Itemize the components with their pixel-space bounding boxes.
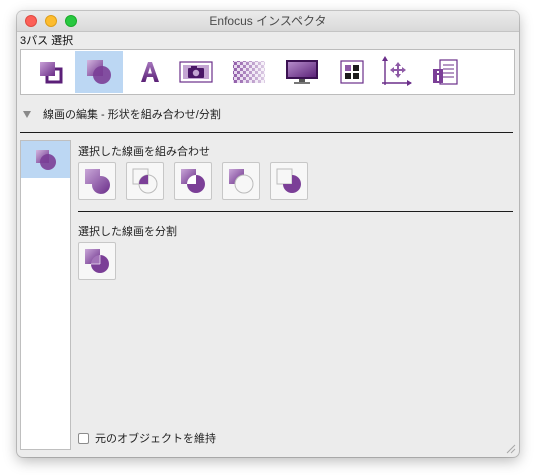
text-a-icon: [141, 62, 159, 82]
disclosure-triangle-icon[interactable]: [23, 110, 31, 118]
exclude-overlap-button[interactable]: [174, 162, 212, 200]
unite-button[interactable]: [78, 162, 116, 200]
combine-group-label: 選択した線画を組み合わせ: [78, 146, 210, 158]
keep-original-checkbox[interactable]: [78, 432, 89, 444]
image-tool-button[interactable]: [176, 51, 216, 93]
unite-icon: [85, 169, 110, 194]
display-tool-button[interactable]: [282, 51, 322, 93]
minus-back-button[interactable]: [270, 162, 308, 200]
group-divider: [78, 211, 513, 212]
pathfinder-small-icon: [35, 149, 56, 170]
section-header[interactable]: 線画の編集 - 形状を組み合わせ/分割: [23, 106, 221, 122]
grid-icon: [340, 60, 364, 84]
section-title: 線画の編集 - 形状を組み合わせ/分割: [43, 109, 221, 121]
resize-grip-icon[interactable]: [506, 444, 516, 454]
keep-original-label: 元のオブジェクトを維持: [95, 433, 216, 445]
selection-info: 3パス 選択: [20, 35, 74, 47]
inspector-toolbar: [20, 49, 515, 95]
split-group-label: 選択した線画を分割: [78, 226, 177, 238]
text-tool-button[interactable]: [130, 51, 170, 93]
arrange-tool-button[interactable]: [31, 51, 71, 93]
inspector-window: Enfocus インスペクタ 3パス 選択 線画の編集 - 形状を組み合わせ/分…: [17, 11, 519, 457]
divide-icon: [85, 249, 109, 273]
move-axes-icon: [382, 56, 412, 86]
transparency-tool-button[interactable]: [229, 51, 269, 93]
minus-front-icon: [229, 169, 254, 194]
minus-front-button[interactable]: [222, 162, 260, 200]
close-button[interactable]: [25, 15, 37, 27]
divide-button[interactable]: [78, 242, 116, 280]
window-title: Enfocus インスペクタ: [209, 14, 327, 28]
sidebar-list: [20, 140, 71, 450]
arrange-icon: [40, 62, 63, 84]
title-bar[interactable]: Enfocus インスペクタ: [17, 11, 519, 32]
grid-tool-button[interactable]: [332, 51, 372, 93]
minimize-button[interactable]: [45, 15, 57, 27]
document-info-icon: [433, 59, 458, 85]
minus-back-icon: [276, 168, 301, 193]
exclude-icon: [181, 169, 205, 193]
section-divider: [20, 132, 513, 133]
intersect-button[interactable]: [126, 162, 164, 200]
position-tool-button[interactable]: [376, 51, 416, 93]
camera-image-icon: [179, 61, 213, 83]
transparency-checker-icon: [233, 61, 265, 83]
document-tool-button[interactable]: [425, 51, 465, 93]
keep-original-option[interactable]: 元のオブジェクトを維持: [78, 430, 216, 446]
monitor-icon: [286, 60, 318, 84]
zoom-button[interactable]: [65, 15, 77, 27]
pathfinder-icon: [87, 60, 111, 84]
pathfinder-tool-button[interactable]: [75, 51, 123, 93]
sidebar-item-pathfinder[interactable]: [21, 141, 70, 178]
intersect-icon: [132, 168, 158, 194]
